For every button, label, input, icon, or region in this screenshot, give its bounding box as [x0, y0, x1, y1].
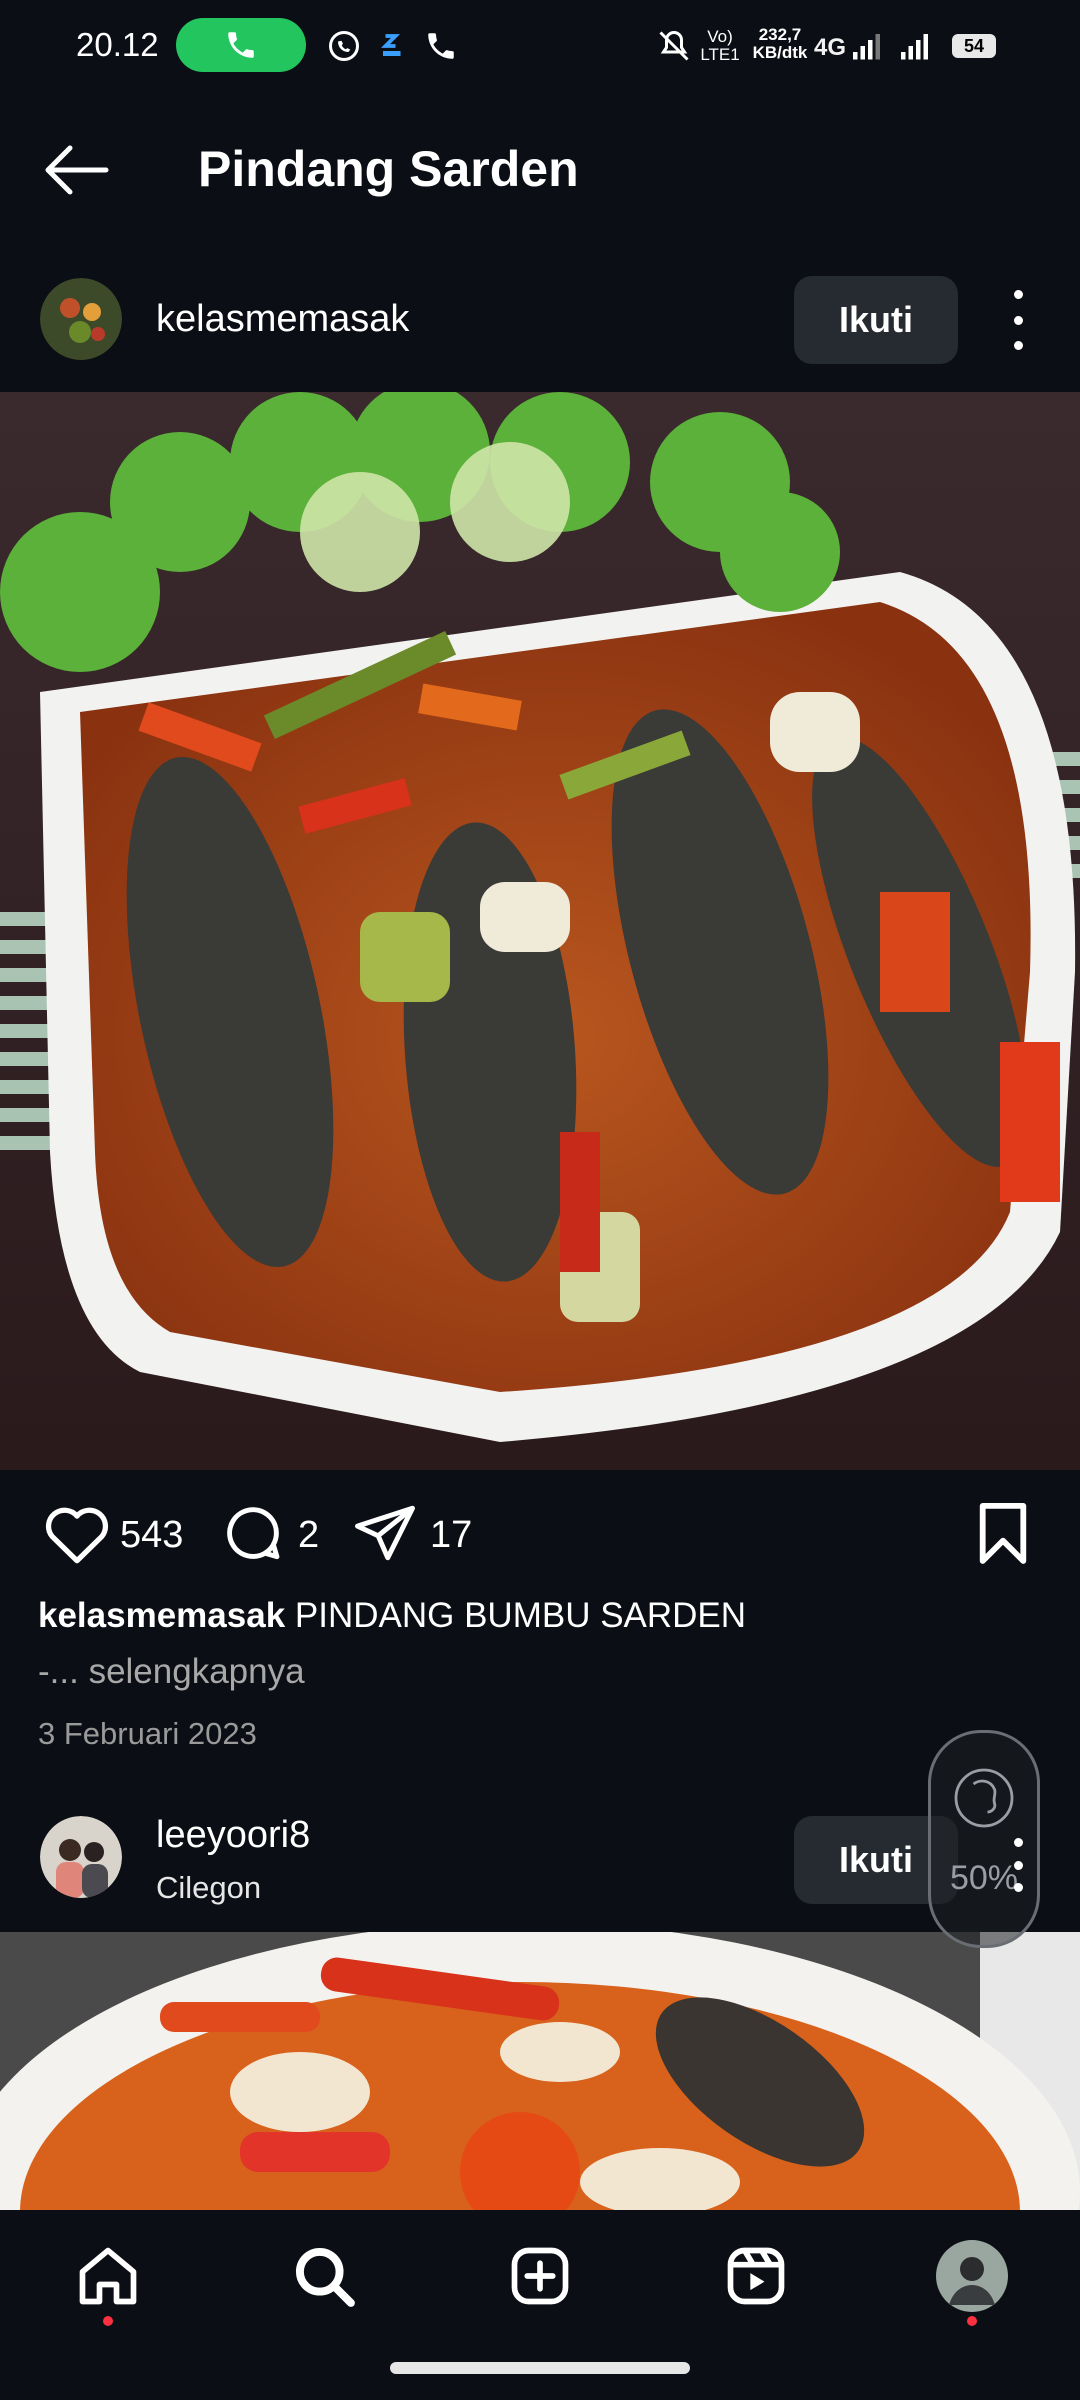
nav-search[interactable] — [284, 2236, 364, 2316]
home-notification-dot — [103, 2316, 113, 2326]
post-image[interactable] — [0, 392, 1080, 1470]
caption-more-prefix: -... — [38, 1652, 89, 1691]
see-more-link[interactable]: selengkapnya — [89, 1652, 305, 1691]
battery-indicator: 54 — [952, 34, 996, 58]
post2-location[interactable]: Cilegon — [156, 1870, 261, 1906]
whatsapp-icon — [329, 31, 359, 61]
network-type: 4G — [814, 34, 847, 61]
signal-strength-2-icon — [901, 34, 928, 60]
face-profile-icon — [954, 1768, 1014, 1828]
post-date: 3 Februari 2023 — [38, 1716, 257, 1751]
dot — [1013, 341, 1023, 350]
home-indicator-bar[interactable] — [390, 2362, 690, 2374]
dot — [1013, 315, 1023, 325]
page-title: Pindang Sarden — [198, 141, 579, 197]
search-icon — [295, 2247, 355, 2307]
ongoing-call-pill[interactable] — [176, 18, 306, 72]
dot — [1013, 290, 1023, 299]
post-author-avatar[interactable] — [40, 278, 122, 360]
post2-author-username[interactable]: leeyoori8 — [156, 1814, 310, 1857]
post-options-button[interactable] — [1008, 290, 1028, 350]
dot — [1013, 1838, 1023, 1847]
app-notification-icon — [380, 34, 401, 56]
like-count[interactable]: 543 — [120, 1514, 183, 1557]
caption-text: PINDANG BUMBU SARDEN — [285, 1596, 747, 1635]
home-icon — [79, 2247, 137, 2305]
post2-options-button[interactable] — [1008, 1838, 1028, 1892]
reels-icon — [727, 2247, 785, 2305]
post-author-username[interactable]: kelasmemasak — [156, 298, 409, 341]
heart-icon[interactable] — [42, 1500, 112, 1566]
follow-button[interactable]: Ikuti — [794, 276, 958, 364]
profile-notification-dot — [967, 2316, 977, 2326]
signal-strength-icon — [853, 34, 880, 60]
share-count[interactable]: 17 — [430, 1514, 472, 1557]
back-button[interactable] — [40, 140, 112, 200]
nav-reels[interactable] — [716, 2236, 796, 2316]
caption-username[interactable]: kelasmemasak — [38, 1596, 285, 1635]
arrow-left-icon — [45, 145, 109, 195]
dot — [1013, 1860, 1023, 1870]
network-speed: 232,7 KB/dtk — [752, 25, 808, 62]
caption-more[interactable]: -... selengkapnya — [38, 1652, 305, 1692]
status-bar: 20.12 Vo) LTE1 232,7 KB/dtk 4G 54 — [0, 0, 1080, 96]
profile-avatar — [936, 2240, 1008, 2312]
plus-square-icon — [511, 2247, 569, 2305]
nav-create[interactable] — [500, 2236, 580, 2316]
nav-home[interactable] — [68, 2236, 148, 2316]
mute-bell-icon — [659, 30, 689, 61]
paper-plane-icon[interactable] — [352, 1500, 418, 1566]
post-caption: kelasmemasak PINDANG BUMBU SARDEN — [38, 1596, 746, 1636]
dot — [1013, 1883, 1023, 1892]
phone-icon — [428, 33, 454, 59]
comment-bubble-icon[interactable] — [220, 1500, 286, 1566]
post2-image[interactable] — [0, 1932, 1080, 2212]
status-time: 20.12 — [76, 26, 159, 63]
post2-author-avatar[interactable] — [40, 1816, 122, 1898]
bookmark-icon[interactable] — [974, 1500, 1032, 1564]
phone-call-icon — [228, 32, 254, 58]
nav-profile[interactable] — [932, 2236, 1012, 2316]
volte-indicator: Vo) LTE1 — [700, 27, 740, 64]
comment-count[interactable]: 2 — [298, 1514, 319, 1557]
